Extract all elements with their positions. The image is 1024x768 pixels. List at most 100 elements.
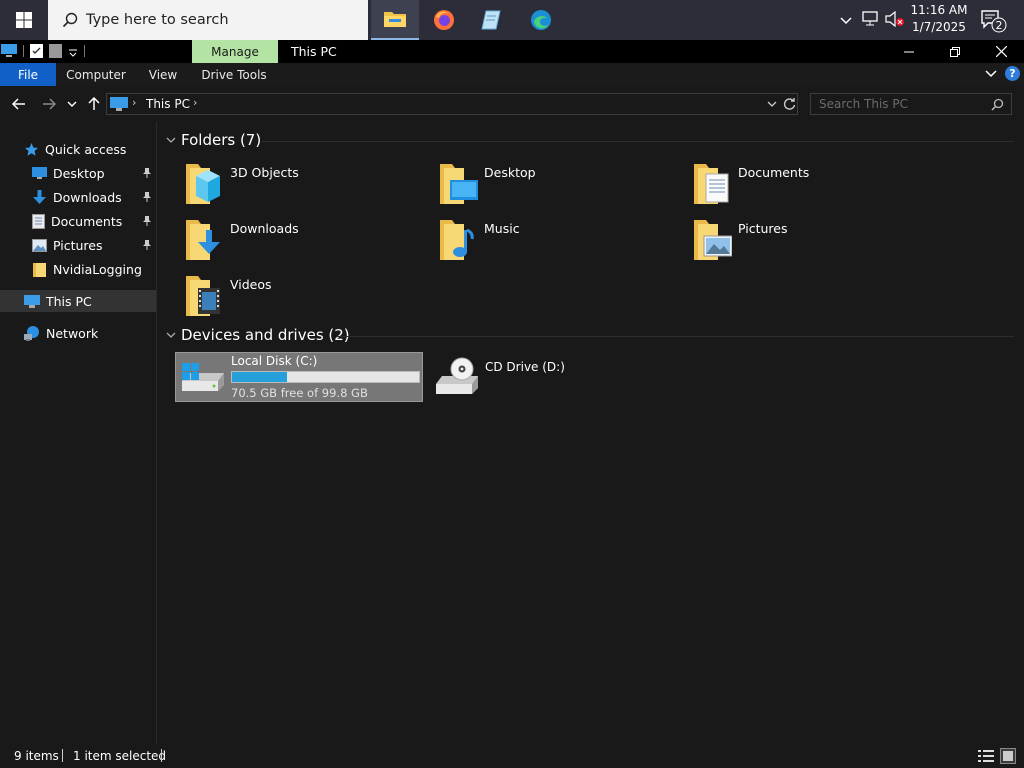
back-button[interactable] bbox=[8, 94, 30, 114]
folder-label: 3D Objects bbox=[230, 165, 299, 180]
status-selection-count: 1 item selected bbox=[73, 749, 167, 763]
taskbar-edge[interactable] bbox=[517, 0, 565, 40]
folder-pictures[interactable]: Pictures bbox=[692, 218, 922, 268]
folder-label: Videos bbox=[230, 277, 272, 292]
quick-access-toolbar bbox=[0, 42, 85, 60]
folder-documents[interactable]: Documents bbox=[692, 162, 922, 212]
sidebar-label: Network bbox=[46, 325, 99, 341]
sidebar-item-downloads[interactable]: Downloads bbox=[32, 185, 156, 209]
folder-icon bbox=[33, 262, 46, 277]
drive-cd-d[interactable]: CD Drive (D:) bbox=[432, 352, 662, 402]
folders-group-header[interactable]: Folders (7) bbox=[166, 131, 261, 149]
this-pc-icon bbox=[110, 97, 128, 111]
tab-view[interactable]: View bbox=[140, 63, 186, 86]
sidebar-label: Documents bbox=[51, 213, 123, 229]
start-button[interactable] bbox=[0, 0, 48, 40]
pin-icon[interactable] bbox=[142, 215, 152, 227]
drive-free-space: 70.5 GB free of 99.8 GB bbox=[231, 386, 368, 400]
this-pc-icon bbox=[24, 294, 40, 308]
tab-file[interactable]: File bbox=[0, 63, 56, 86]
hard-drive-windows-icon bbox=[182, 363, 224, 391]
cd-drive-icon bbox=[436, 357, 478, 394]
close-button[interactable] bbox=[978, 40, 1024, 63]
tab-computer[interactable]: Computer bbox=[62, 63, 130, 86]
folder-label: Desktop bbox=[484, 165, 536, 180]
search-icon bbox=[991, 98, 1004, 111]
volume-muted-icon[interactable] bbox=[885, 10, 905, 31]
tab-drive-tools[interactable]: Drive Tools bbox=[196, 63, 272, 86]
folder-label: Downloads bbox=[230, 221, 299, 236]
videos-icon bbox=[186, 276, 220, 316]
sidebar-label: Quick access bbox=[45, 141, 127, 157]
group-divider bbox=[336, 336, 1014, 337]
details-view-icon[interactable] bbox=[978, 749, 994, 763]
restore-icon bbox=[950, 46, 960, 57]
sidebar-item-network[interactable]: Network bbox=[24, 321, 98, 345]
folder-3d-objects[interactable]: 3D Objects bbox=[184, 162, 414, 212]
taskbar-search-box[interactable]: Type here to search bbox=[48, 0, 368, 40]
pin-icon[interactable] bbox=[142, 239, 152, 251]
network-icon bbox=[24, 326, 39, 341]
sidebar-item-this-pc[interactable]: This PC bbox=[0, 290, 156, 312]
properties-icon[interactable] bbox=[30, 44, 43, 58]
desktop-icon bbox=[32, 166, 47, 179]
notification-count-badge: 2 bbox=[995, 19, 1003, 32]
sidebar-item-nvidialogging[interactable]: NvidiaLogging bbox=[32, 257, 156, 281]
pin-icon[interactable] bbox=[142, 167, 152, 179]
expand-ribbon-button[interactable] bbox=[984, 66, 998, 85]
sidebar-item-quick-access[interactable]: Quick access bbox=[24, 137, 126, 161]
restore-button[interactable] bbox=[932, 40, 978, 63]
documents-icon bbox=[32, 213, 45, 229]
folder-desktop[interactable]: Desktop bbox=[438, 162, 668, 212]
status-bar: 9 items 1 item selected bbox=[0, 744, 1024, 768]
folder-music[interactable]: Music bbox=[438, 218, 668, 268]
search-this-pc-input[interactable]: Search This PC bbox=[810, 93, 1012, 115]
folder-videos[interactable]: Videos bbox=[184, 274, 414, 324]
address-dropdown-icon[interactable] bbox=[767, 100, 777, 108]
sidebar-item-documents[interactable]: Documents bbox=[32, 209, 156, 233]
3d-objects-icon bbox=[186, 164, 220, 204]
address-bar[interactable]: › This PC › bbox=[106, 93, 798, 115]
sidebar-item-desktop[interactable]: Desktop bbox=[32, 161, 156, 185]
title-bar bbox=[0, 40, 1024, 63]
taskbar-notepad[interactable] bbox=[468, 0, 516, 40]
taskbar-firefox[interactable] bbox=[420, 0, 468, 40]
qat-separator bbox=[84, 45, 85, 57]
forward-button[interactable] bbox=[38, 94, 60, 114]
qat-separator bbox=[23, 45, 24, 57]
devices-group-header[interactable]: Devices and drives (2) bbox=[166, 326, 350, 344]
desktop-icon bbox=[440, 164, 478, 204]
pictures-icon bbox=[32, 238, 47, 252]
large-icons-view-icon[interactable] bbox=[1000, 748, 1016, 764]
help-button[interactable]: ? bbox=[1005, 66, 1020, 81]
customize-qat-icon[interactable] bbox=[68, 44, 78, 58]
breadcrumb-this-pc[interactable]: This PC bbox=[146, 97, 190, 111]
chevron-down-icon bbox=[985, 70, 997, 78]
taskbar-file-explorer[interactable] bbox=[371, 0, 419, 40]
navigation-pane: Quick access Desktop Downloads Documents… bbox=[0, 122, 157, 744]
pin-icon[interactable] bbox=[142, 191, 152, 203]
up-button[interactable] bbox=[84, 94, 104, 114]
minimize-button[interactable] bbox=[886, 40, 932, 63]
clock-time: 11:16 AM bbox=[910, 3, 968, 17]
network-tray-icon[interactable] bbox=[862, 11, 880, 31]
folders-header-label: Folders (7) bbox=[181, 131, 262, 149]
drive-label: Local Disk (C:) bbox=[231, 354, 318, 368]
taskbar-clock[interactable]: 11:16 AM 1/7/2025 bbox=[908, 2, 970, 38]
this-pc-window-icon bbox=[1, 44, 17, 57]
breadcrumb-separator-icon[interactable]: › bbox=[193, 96, 197, 109]
action-center-button[interactable]: 2 bbox=[980, 9, 1008, 33]
drive-local-disk-c[interactable]: Local Disk (C:) 70.5 GB free of 99.8 GB bbox=[175, 352, 423, 402]
breadcrumb-separator-icon: › bbox=[132, 96, 137, 109]
sidebar-item-pictures[interactable]: Pictures bbox=[32, 233, 156, 257]
sidebar-label: Pictures bbox=[53, 237, 103, 253]
windows-logo-icon bbox=[16, 12, 32, 28]
documents-icon bbox=[694, 164, 729, 204]
clock-date: 1/7/2025 bbox=[912, 20, 966, 34]
folder-downloads[interactable]: Downloads bbox=[184, 218, 414, 268]
new-folder-icon[interactable] bbox=[49, 44, 62, 58]
tray-overflow-chevron-icon[interactable] bbox=[838, 10, 854, 30]
manage-contextual-tab[interactable]: Manage bbox=[192, 40, 278, 63]
recent-locations-button[interactable] bbox=[64, 94, 80, 114]
refresh-icon[interactable] bbox=[783, 97, 796, 111]
